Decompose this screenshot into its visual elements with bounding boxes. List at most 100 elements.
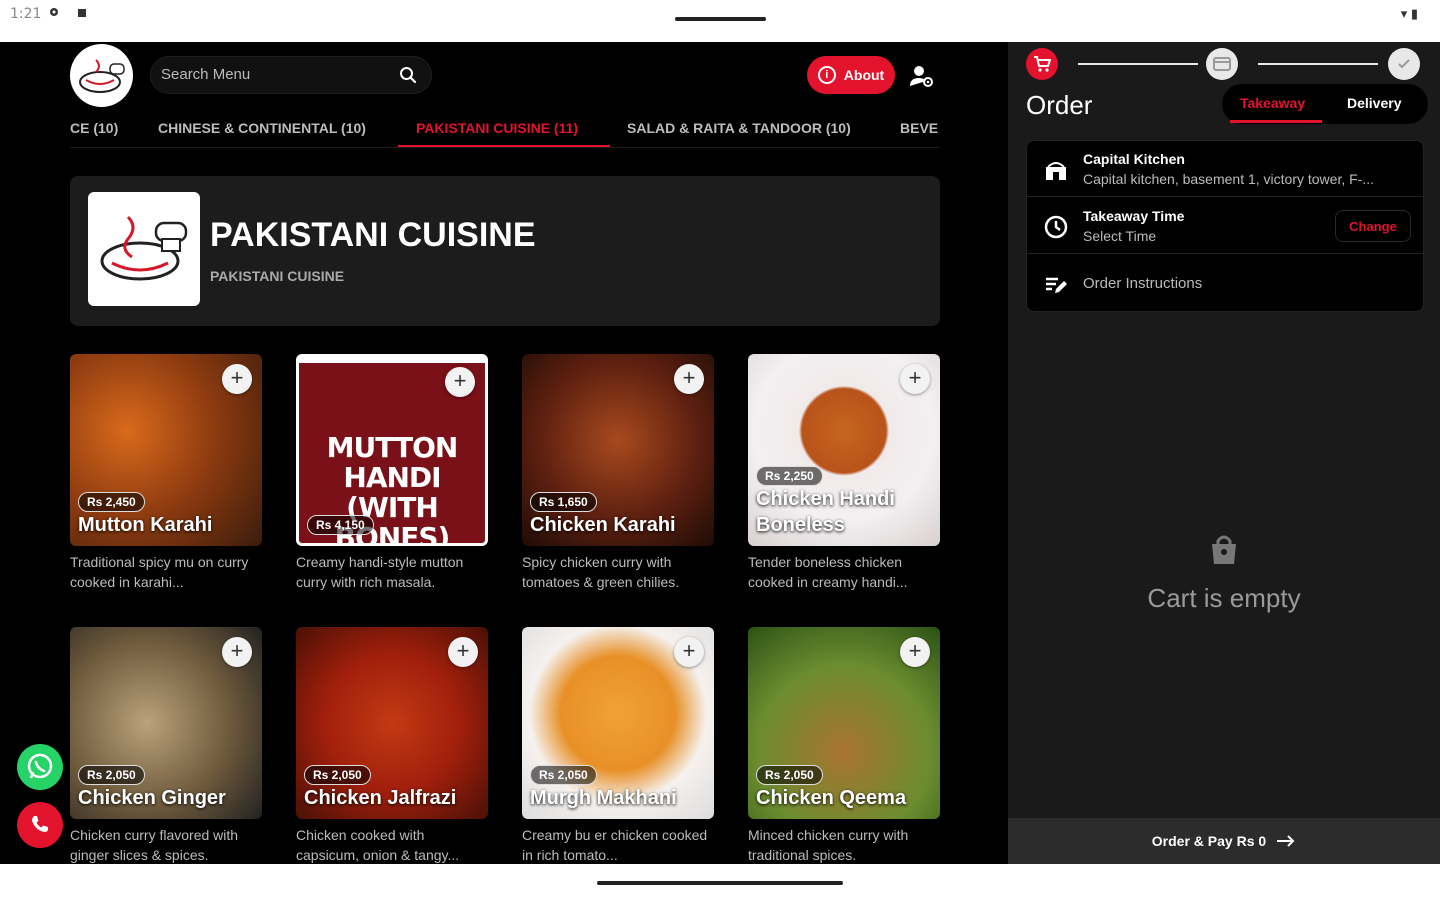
- order-and-pay-button[interactable]: Order & Pay Rs 0: [1008, 818, 1440, 864]
- menu-item[interactable]: + Rs 2,250 Chicken Handi Boneless Tender…: [748, 354, 940, 592]
- tab-salad-raita-tandoor[interactable]: SALAD & RAITA & TANDOOR (10): [627, 120, 851, 136]
- add-to-cart-button[interactable]: +: [448, 637, 478, 667]
- confirm-step[interactable]: [1388, 48, 1420, 80]
- item-image[interactable]: + Rs 1,650 Chicken Karahi: [522, 354, 714, 546]
- item-image[interactable]: + Rs 2,050 Chicken Qeema: [748, 627, 940, 819]
- item-description: Traditional spicy mu on curry cooked in …: [70, 554, 249, 590]
- menu-item[interactable]: + Rs 2,050 Chicken Qeema Minced chicken …: [748, 627, 940, 864]
- order-details-card: Capital Kitchen Capital kitchen, basemen…: [1026, 140, 1425, 312]
- about-label: About: [843, 67, 885, 83]
- payment-step[interactable]: [1206, 48, 1238, 80]
- category-title: PAKISTANI CUISINE: [210, 216, 536, 254]
- card-icon: [1213, 57, 1231, 71]
- takeaway-tab[interactable]: Takeaway: [1240, 95, 1305, 111]
- order-progress-steps: [1026, 48, 1426, 80]
- empty-cart-state: Cart is empty: [1008, 532, 1440, 614]
- cart-icon: [1034, 56, 1051, 72]
- check-icon: [1398, 59, 1410, 69]
- edit-notes-icon: [1046, 277, 1067, 293]
- restaurant-name: Capital Kitchen: [1083, 151, 1185, 167]
- add-to-cart-button[interactable]: +: [222, 364, 252, 394]
- user-settings-icon[interactable]: [908, 62, 936, 90]
- category-tabs: CE (10) CHINESE & CONTINENTAL (10) PAKIS…: [70, 108, 940, 148]
- item-price: Rs 2,250: [756, 466, 823, 486]
- item-name: Chicken Jalfrazi: [304, 787, 457, 809]
- item-name: Chicken Handi Boneless: [756, 488, 895, 536]
- item-name: Murgh Makhani: [530, 787, 677, 809]
- item-description: Chicken curry flavored with ginger slice…: [70, 827, 239, 863]
- item-image[interactable]: + Rs 2,050 Chicken Jalfrazi: [296, 627, 488, 819]
- step-connector: [1078, 63, 1198, 65]
- add-to-cart-button[interactable]: +: [674, 637, 704, 667]
- about-button[interactable]: i About: [807, 56, 895, 94]
- add-to-cart-button[interactable]: +: [900, 637, 930, 667]
- shopping-bag-icon: [1212, 535, 1236, 564]
- tab-pakistani-cuisine[interactable]: PAKISTANI CUISINE (11): [416, 120, 578, 136]
- item-description: Spicy chicken curry with tomatoes & gree…: [522, 554, 680, 590]
- cart-step[interactable]: [1026, 48, 1058, 80]
- order-title: Order: [1026, 90, 1093, 120]
- add-to-cart-button[interactable]: +: [674, 364, 704, 394]
- order-instructions-row[interactable]: Order Instructions: [1027, 255, 1425, 311]
- search-icon[interactable]: [399, 66, 417, 84]
- store-icon: [1046, 162, 1066, 180]
- takeaway-time-label: Takeaway Time: [1083, 208, 1185, 224]
- category-logo: [88, 192, 200, 306]
- menu-item[interactable]: + Rs 2,050 Chicken Jalfrazi Chicken cook…: [296, 627, 488, 864]
- category-header: PAKISTANI CUISINE PAKISTANI CUISINE: [70, 176, 940, 326]
- add-to-cart-button[interactable]: +: [445, 367, 475, 397]
- phone-icon: [32, 816, 48, 832]
- item-description: Chicken cooked with capsicum, onion & ta…: [296, 827, 460, 863]
- arrow-right-icon: [1277, 835, 1295, 847]
- home-gesture-handle[interactable]: [597, 881, 843, 885]
- search-box[interactable]: [150, 56, 432, 94]
- item-name: Chicken Karahi: [530, 514, 676, 536]
- restaurant-logo[interactable]: [70, 44, 133, 107]
- order-mode-toggle: Takeaway Delivery: [1222, 84, 1428, 124]
- item-price: Rs 2,450: [78, 492, 145, 512]
- status-time: 1:21: [10, 6, 42, 22]
- item-description: Tender boneless chicken cooked in creamy…: [748, 554, 908, 590]
- notification-status-icon: [78, 9, 86, 17]
- restaurant-row[interactable]: Capital Kitchen Capital kitchen, basemen…: [1027, 141, 1425, 197]
- item-image[interactable]: + Rs 2,050 Murgh Makhani: [522, 627, 714, 819]
- item-name: Chicken Qeema: [756, 787, 907, 809]
- tab-ce[interactable]: CE (10): [70, 120, 118, 136]
- tab-chinese-continental[interactable]: CHINESE & CONTINENTAL (10): [158, 120, 366, 136]
- order-instructions-label: Order Instructions: [1083, 275, 1203, 292]
- tab-beverages[interactable]: BEVE: [900, 120, 938, 136]
- location-status-icon: [50, 8, 58, 16]
- takeaway-time-row[interactable]: Takeaway Time Select Time Change: [1027, 198, 1425, 254]
- item-description: Minced chicken curry with traditional sp…: [748, 827, 909, 863]
- add-to-cart-button[interactable]: +: [222, 637, 252, 667]
- active-mode-indicator: [1230, 120, 1322, 123]
- menu-item[interactable]: + Rs 2,450 Mutton Karahi Traditional spi…: [70, 354, 262, 592]
- order-and-pay-label: Order & Pay Rs 0: [1151, 833, 1267, 849]
- system-status-bar: 1:21 ▾ ▮: [0, 0, 1440, 42]
- item-image[interactable]: + Rs 2,450 Mutton Karahi: [70, 354, 262, 546]
- order-panel: Order Takeaway Delivery Capital Kitchen …: [1008, 42, 1440, 864]
- item-image[interactable]: MUTTON HANDI (WITH BONES) + Rs 4,150: [296, 354, 488, 546]
- item-price: Rs 2,050: [304, 765, 371, 785]
- system-navigation-bar: [0, 864, 1440, 900]
- active-tab-indicator: [398, 145, 610, 147]
- restaurant-address: Capital kitchen, basement 1, victory tow…: [1083, 171, 1375, 187]
- item-price: Rs 1,650: [530, 492, 597, 512]
- camera-notch: [675, 17, 766, 21]
- whatsapp-button[interactable]: [17, 744, 63, 790]
- menu-item[interactable]: MUTTON HANDI (WITH BONES) + Rs 4,150 Cre…: [296, 354, 488, 592]
- call-button[interactable]: [17, 802, 63, 848]
- add-to-cart-button[interactable]: +: [900, 364, 930, 394]
- item-image[interactable]: + Rs 2,250 Chicken Handi Boneless: [748, 354, 940, 546]
- menu-item[interactable]: + Rs 2,050 Murgh Makhani Creamy bu er ch…: [522, 627, 714, 864]
- menu-item[interactable]: + Rs 1,650 Chicken Karahi Spicy chicken …: [522, 354, 714, 592]
- step-connector: [1258, 63, 1378, 65]
- wifi-battery-icon: ▾ ▮: [1400, 6, 1418, 21]
- delivery-tab[interactable]: Delivery: [1347, 95, 1401, 111]
- menu-panel: i About CE (10) CHINESE & CONTINENTAL (1…: [0, 42, 1008, 864]
- change-time-button[interactable]: Change: [1335, 210, 1411, 242]
- item-description: Creamy handi-style mutton curry with ric…: [296, 554, 464, 590]
- item-image[interactable]: + Rs 2,050 Chicken Ginger: [70, 627, 262, 819]
- menu-item[interactable]: + Rs 2,050 Chicken Ginger Chicken curry …: [70, 627, 262, 864]
- search-input[interactable]: [161, 66, 391, 83]
